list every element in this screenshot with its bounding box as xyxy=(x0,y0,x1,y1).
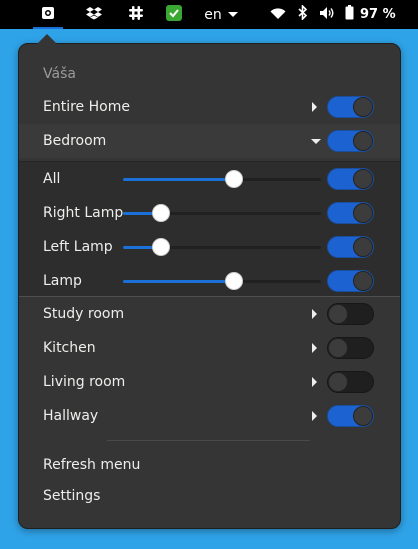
light-label: Right Lamp xyxy=(43,205,124,221)
light-toggle[interactable] xyxy=(327,270,374,292)
group-label: Bedroom xyxy=(43,133,107,149)
screenshot-indicator-icon xyxy=(41,5,55,24)
group-toggle[interactable] xyxy=(327,303,374,325)
group-kitchen[interactable]: Kitchen xyxy=(19,331,400,365)
brightness-slider[interactable] xyxy=(123,204,321,222)
battery-percent: 97 % xyxy=(360,7,396,22)
light-row-lamp: Lamp xyxy=(19,264,400,298)
light-label: All xyxy=(43,171,61,187)
slider-handle[interactable] xyxy=(152,204,170,222)
light-row-right-lamp: Right Lamp xyxy=(19,196,400,230)
group-toggle[interactable] xyxy=(327,337,374,359)
light-label: Lamp xyxy=(43,273,82,289)
expand-arrow-icon[interactable] xyxy=(312,377,317,387)
light-label: Left Lamp xyxy=(43,239,113,255)
group-study-room[interactable]: Study room xyxy=(19,297,400,331)
toggle-knob xyxy=(328,372,348,392)
group-label: Kitchen xyxy=(43,340,96,356)
home-menu-popup: Váša Entire Home Bedroom All Right Lamp xyxy=(18,43,401,529)
wifi-icon xyxy=(270,5,286,24)
group-living-room[interactable]: Living room xyxy=(19,365,400,399)
toggle-knob xyxy=(353,203,373,223)
light-toggle[interactable] xyxy=(327,168,374,190)
group-entire-home[interactable]: Entire Home xyxy=(19,90,400,124)
toggle-knob xyxy=(353,271,373,291)
bluetooth-icon xyxy=(298,4,308,24)
security-indicator[interactable] xyxy=(162,0,186,29)
language-indicator[interactable]: en xyxy=(200,0,242,29)
language-label: en xyxy=(204,6,222,23)
group-label: Hallway xyxy=(43,408,99,424)
group-toggle[interactable] xyxy=(327,96,374,118)
light-row-left-lamp: Left Lamp xyxy=(19,230,400,264)
popup-arrow xyxy=(37,34,57,44)
dropbox-indicator[interactable] xyxy=(82,0,106,29)
expand-arrow-icon[interactable] xyxy=(312,102,317,112)
slider-handle[interactable] xyxy=(225,170,243,188)
group-label: Study room xyxy=(43,306,125,322)
expand-arrow-icon[interactable] xyxy=(312,309,317,319)
menu-separator xyxy=(107,440,310,441)
slider-handle[interactable] xyxy=(225,272,243,290)
light-toggle[interactable] xyxy=(327,202,374,224)
group-bedroom[interactable]: Bedroom xyxy=(19,124,400,158)
toggle-knob xyxy=(353,237,373,257)
settings-menu-item[interactable]: Settings xyxy=(43,488,100,504)
toggle-knob xyxy=(353,406,373,426)
bedroom-submenu: All Right Lamp Left Lamp Lamp xyxy=(19,161,400,297)
toggle-knob xyxy=(353,169,373,189)
slack-indicator[interactable] xyxy=(124,0,148,29)
shield-check-icon xyxy=(166,4,182,25)
group-toggle[interactable] xyxy=(327,130,374,152)
volume-icon xyxy=(319,5,335,24)
group-toggle[interactable] xyxy=(327,405,374,427)
light-toggle[interactable] xyxy=(327,236,374,258)
refresh-menu-item[interactable]: Refresh menu xyxy=(43,457,140,473)
battery-icon xyxy=(345,5,354,24)
brightness-slider[interactable] xyxy=(123,272,321,290)
toggle-knob xyxy=(353,97,373,117)
brightness-slider[interactable] xyxy=(123,170,321,188)
slack-icon xyxy=(129,5,143,24)
expand-arrow-icon[interactable] xyxy=(312,411,317,421)
group-label: Entire Home xyxy=(43,99,130,115)
group-label: Living room xyxy=(43,374,126,390)
light-row-all: All xyxy=(19,162,400,196)
menu-header: Váša xyxy=(43,66,76,82)
chevron-down-icon xyxy=(227,12,238,17)
brightness-slider[interactable] xyxy=(123,238,321,256)
expand-arrow-icon[interactable] xyxy=(312,343,317,353)
toggle-knob xyxy=(328,338,348,358)
slider-handle[interactable] xyxy=(152,238,170,256)
group-hallway[interactable]: Hallway xyxy=(19,399,400,433)
top-panel: en 97 % xyxy=(0,0,418,29)
system-status[interactable]: 97 % xyxy=(264,0,414,29)
slider-fill xyxy=(123,280,234,283)
dropbox-icon xyxy=(86,5,102,24)
toggle-knob xyxy=(353,131,373,151)
toggle-knob xyxy=(328,304,348,324)
collapse-arrow-icon[interactable] xyxy=(311,139,321,144)
screenshot-indicator[interactable] xyxy=(33,0,63,29)
slider-fill xyxy=(123,178,234,181)
group-toggle[interactable] xyxy=(327,371,374,393)
